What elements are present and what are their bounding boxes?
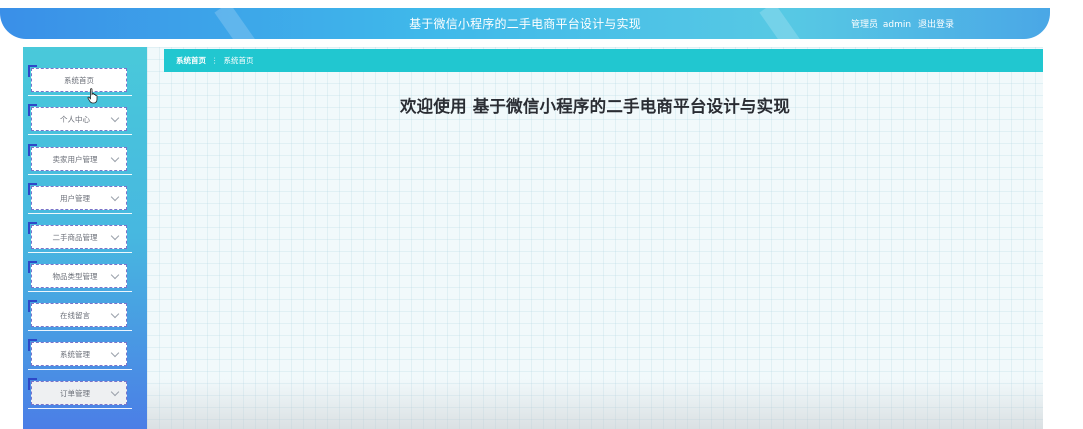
chevron-down-icon [110,270,120,280]
sidebar-item-secondhand-goods[interactable]: 二手商品管理 [28,222,132,253]
menu-underline [28,95,132,96]
hand-cursor-icon [87,88,98,104]
top-header: 基于微信小程序的二手电商平台设计与实现 管理员 admin 退出登录 [0,8,1050,39]
sidebar-item-label: 用户管理 [60,193,90,203]
chevron-down-icon [110,153,120,163]
sidebar-item-item-types[interactable]: 物品类型管理 [28,261,132,292]
chevron-down-icon [110,348,120,358]
sidebar-item-messages[interactable]: 在线留言 [28,300,132,331]
sidebar-item-label: 二手商品管理 [52,232,98,242]
menu-corner-decoration [28,339,37,351]
menu-underline [28,369,132,370]
welcome-heading: 欢迎使用 基于微信小程序的二手电商平台设计与实现 [399,97,791,116]
main-content: 系统首页 ⋮ 系统首页 欢迎使用 基于微信小程序的二手电商平台设计与实现 [147,47,1043,429]
menu-corner-decoration [28,65,37,77]
chevron-down-icon [110,309,120,319]
menu-corner-decoration [28,222,37,234]
logout-link[interactable]: 退出登录 [918,20,954,30]
sidebar-item-label: 物品类型管理 [52,271,98,281]
sidebar-item-personal-center[interactable]: 个人中心 [28,104,132,135]
sidebar-item-label: 卖家用户管理 [52,154,98,164]
menu-corner-decoration [28,144,37,156]
menu-underline [28,291,132,292]
sidebar-item-label: 系统首页 [64,75,94,85]
sidebar-item-system[interactable]: 系统管理 [28,339,132,370]
user-role: 管理员 [851,20,879,30]
chevron-down-icon [110,113,120,123]
bottom-shadow [147,379,1043,429]
menu-underline [28,174,132,175]
sidebar-item-label: 个人中心 [60,114,90,124]
sidebar-item-users[interactable]: 用户管理 [28,183,132,214]
menu-corner-decoration [28,378,37,390]
user-area: 管理员 admin 退出登录 [851,17,954,30]
sidebar-item-orders[interactable]: 订单管理 [28,378,132,409]
sidebar-item-label: 订单管理 [60,388,90,398]
sidebar-item-seller-users[interactable]: 卖家用户管理 [28,144,132,175]
menu-corner-decoration [28,261,37,273]
menu-corner-decoration [28,300,37,312]
breadcrumb-current: 系统首页 [223,56,254,65]
menu-corner-decoration [28,183,37,195]
menu-corner-decoration [28,104,37,116]
sidebar-item-label: 系统管理 [60,349,90,359]
menu-underline [28,213,132,214]
menu-underline [28,330,132,331]
app-window: 基于微信小程序的二手电商平台设计与实现 管理员 admin 退出登录 系统首页 … [0,0,1083,429]
sidebar-item-home[interactable]: 系统首页 [28,65,132,96]
breadcrumb-separator: ⋮ [211,56,219,65]
breadcrumb: 系统首页 ⋮ 系统首页 [164,49,1043,72]
chevron-down-icon [110,231,120,241]
menu-underline [28,408,132,409]
chevron-down-icon [110,192,120,202]
sidebar: 系统首页 个人中心 卖家用户管理 用户管理 二手商品管理 物品类型管理 在线留言… [23,47,147,429]
chevron-down-icon [110,387,120,397]
menu-underline [28,134,132,135]
menu-underline [28,252,132,253]
sidebar-item-label: 在线留言 [60,310,90,320]
breadcrumb-home-link[interactable]: 系统首页 [176,55,206,66]
username: admin [882,20,912,30]
